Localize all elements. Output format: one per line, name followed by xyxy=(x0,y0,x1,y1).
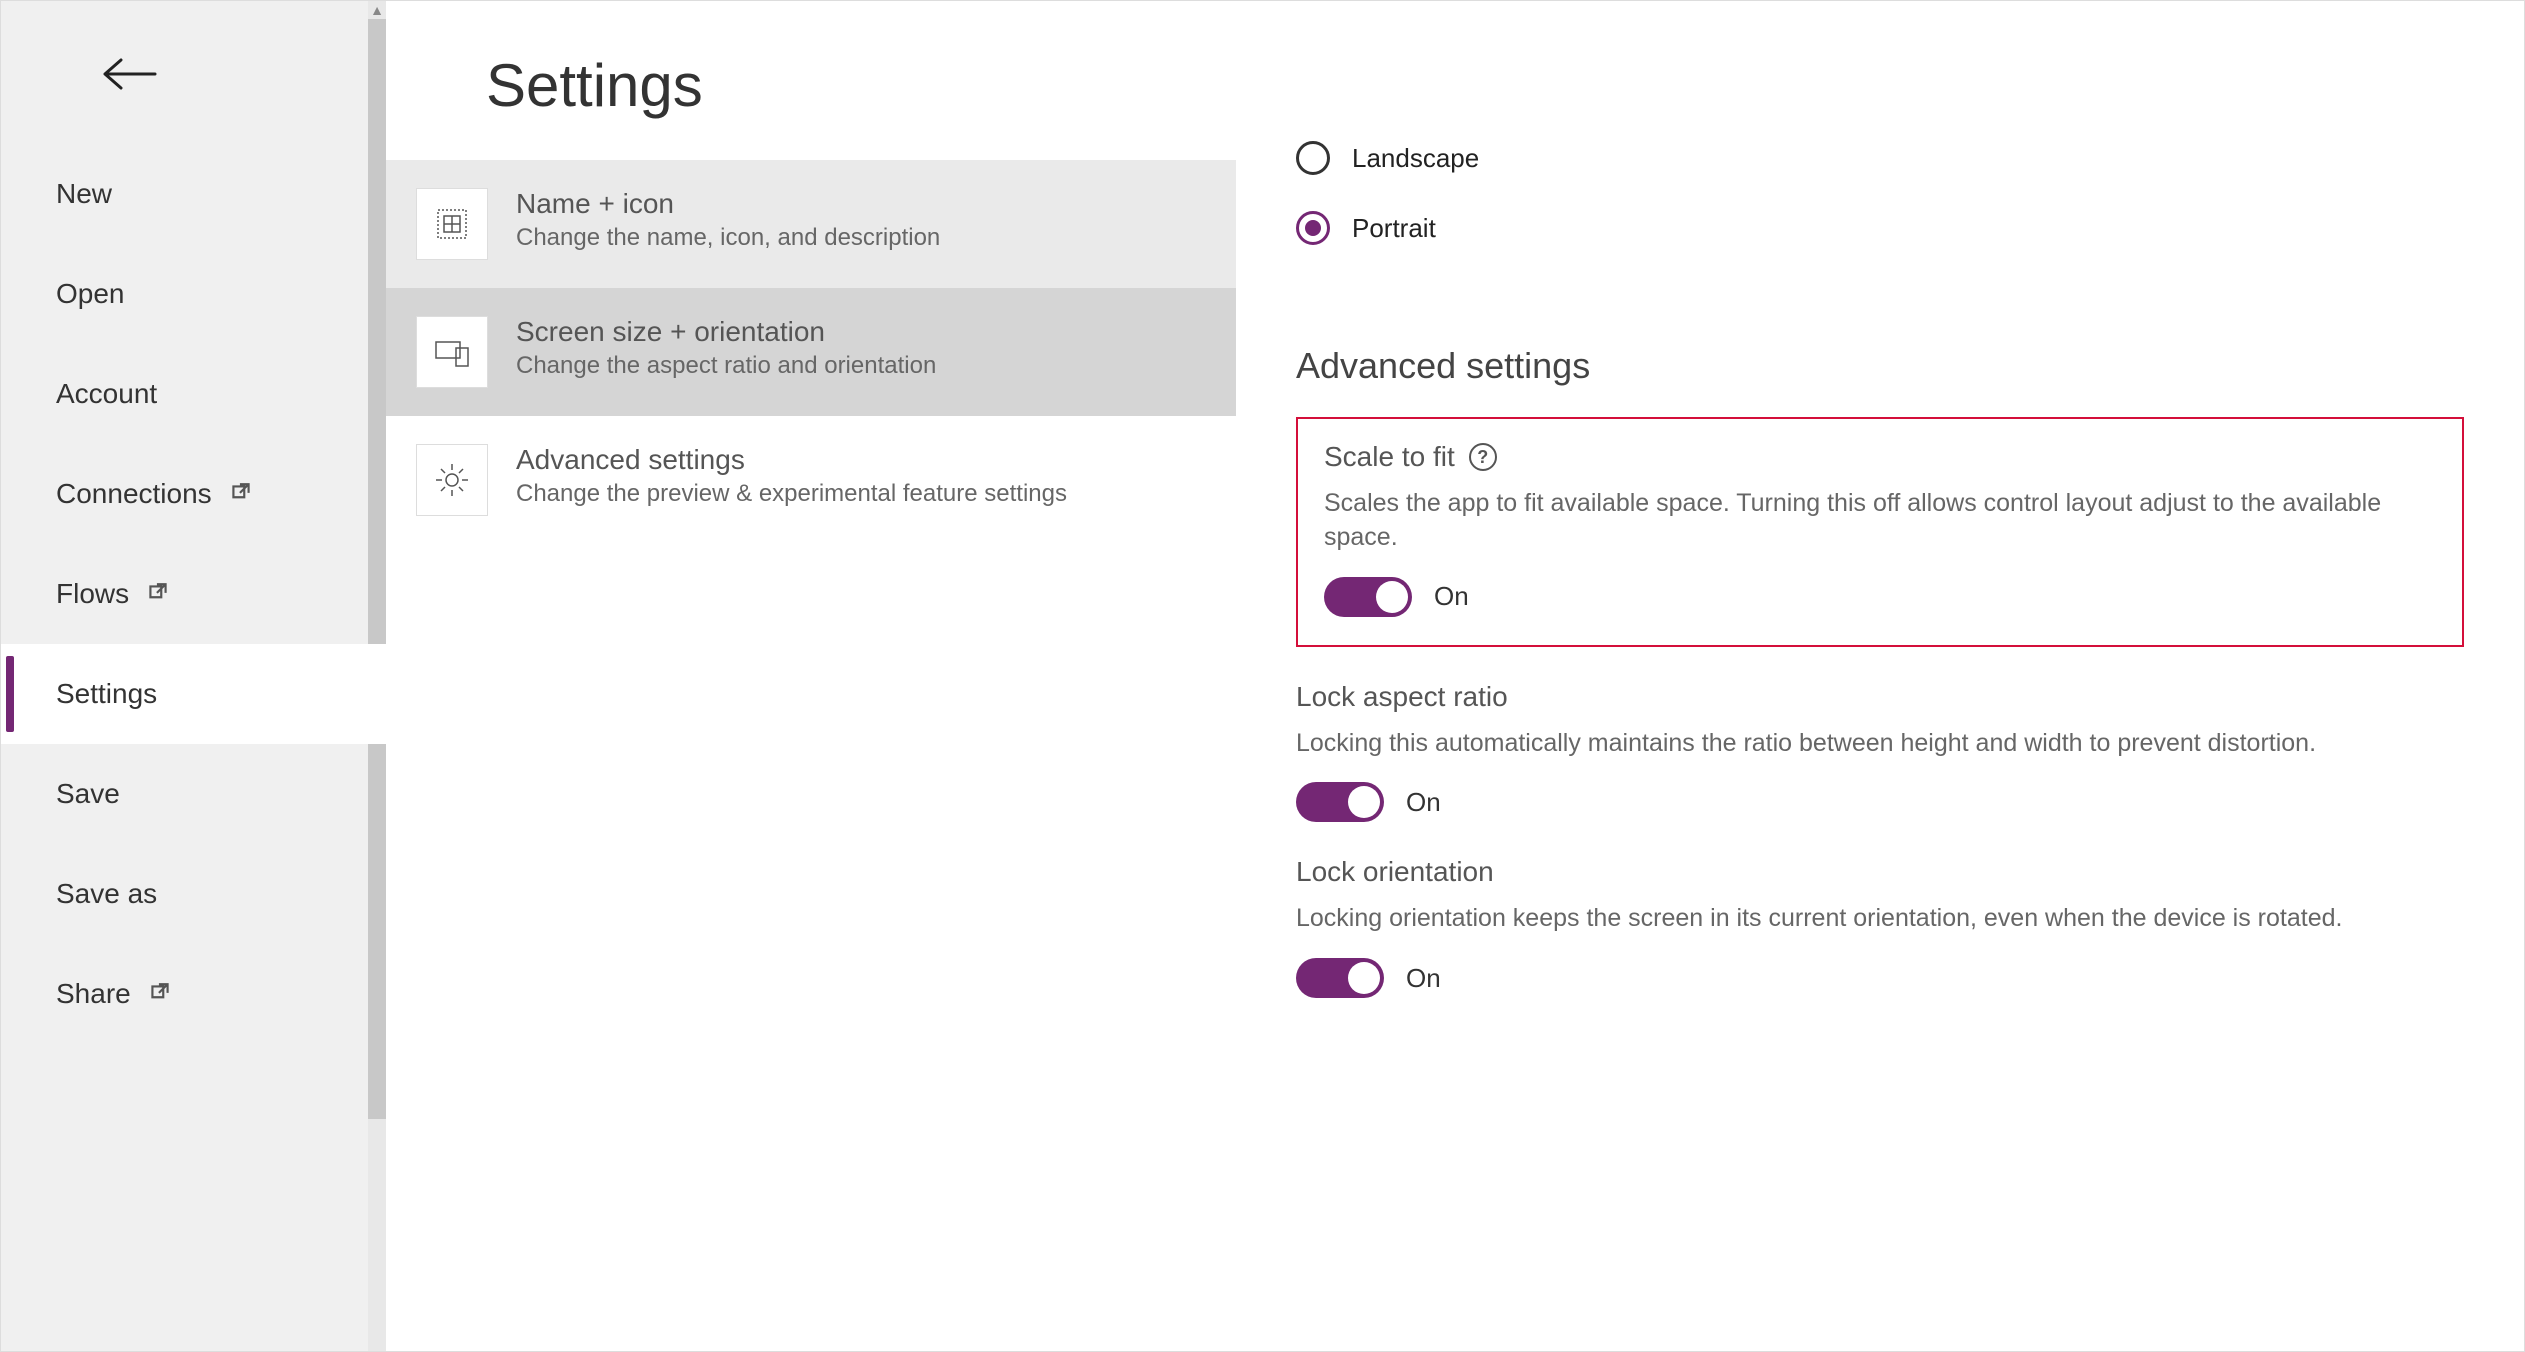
category-name-icon[interactable]: Name + icon Change the name, icon, and d… xyxy=(386,160,1236,288)
orientation-radio-group: Landscape Portrait xyxy=(1296,141,2464,245)
setting-title: Scale to fit xyxy=(1324,441,1455,473)
toggle-label: On xyxy=(1406,963,1441,994)
category-title: Name + icon xyxy=(516,188,940,220)
page-title: Settings xyxy=(386,21,1236,160)
setting-scale-to-fit: Scale to fit ? Scales the app to fit ava… xyxy=(1324,441,2436,617)
sidebar-item-open[interactable]: Open xyxy=(1,244,386,344)
scrollbar-thumb[interactable] xyxy=(368,19,386,1119)
help-icon[interactable]: ? xyxy=(1469,443,1497,471)
setting-desc: Scales the app to fit available space. T… xyxy=(1324,487,2424,555)
toggle-knob xyxy=(1348,962,1380,994)
nav-label: Open xyxy=(56,278,125,310)
nav-label: Share xyxy=(56,978,131,1010)
radio-label: Landscape xyxy=(1352,143,1479,174)
nav-label: Save as xyxy=(56,878,157,910)
devices-icon xyxy=(416,316,488,388)
toggle-lock-aspect[interactable] xyxy=(1296,782,1384,822)
nav-label: Settings xyxy=(56,678,157,710)
toggle-knob xyxy=(1376,581,1408,613)
toggle-knob xyxy=(1348,786,1380,818)
highlight-box: Scale to fit ? Scales the app to fit ava… xyxy=(1296,417,2464,647)
toggle-label: On xyxy=(1434,581,1469,612)
category-screen-size[interactable]: Screen size + orientation Change the asp… xyxy=(386,288,1236,416)
nav-label: Account xyxy=(56,378,157,410)
nav-label: Save xyxy=(56,778,120,810)
advanced-settings-heading: Advanced settings xyxy=(1296,345,2464,387)
setting-desc: Locking orientation keeps the screen in … xyxy=(1296,902,2396,936)
radio-icon xyxy=(1296,141,1330,175)
external-link-icon xyxy=(145,581,171,607)
category-title: Advanced settings xyxy=(516,444,1067,476)
setting-title: Lock aspect ratio xyxy=(1296,681,1508,713)
radio-portrait[interactable]: Portrait xyxy=(1296,211,2464,245)
sidebar-item-connections[interactable]: Connections xyxy=(1,444,386,544)
category-advanced[interactable]: Advanced settings Change the preview & e… xyxy=(386,416,1236,544)
sidebar-item-share[interactable]: Share xyxy=(1,944,386,1044)
sidebar-item-settings[interactable]: Settings xyxy=(1,644,386,744)
category-desc: Change the aspect ratio and orientation xyxy=(516,352,936,380)
setting-lock-orientation: Lock orientation Locking orientation kee… xyxy=(1296,856,2464,998)
nav-label: New xyxy=(56,178,112,210)
radio-icon xyxy=(1296,211,1330,245)
category-desc: Change the name, icon, and description xyxy=(516,224,940,252)
settings-categories: Settings Name + icon Change the name, ic… xyxy=(386,1,1236,1351)
sidebar-item-flows[interactable]: Flows xyxy=(1,544,386,644)
sidebar-item-save-as[interactable]: Save as xyxy=(1,844,386,944)
setting-title: Lock orientation xyxy=(1296,856,1494,888)
category-title: Screen size + orientation xyxy=(516,316,936,348)
toggle-lock-orientation[interactable] xyxy=(1296,958,1384,998)
sidebar-item-save[interactable]: Save xyxy=(1,744,386,844)
nav-label: Connections xyxy=(56,478,212,510)
external-link-icon xyxy=(228,481,254,507)
nav-label: Flows xyxy=(56,578,129,610)
toggle-label: On xyxy=(1406,787,1441,818)
radio-landscape[interactable]: Landscape xyxy=(1296,141,2464,175)
back-button[interactable] xyxy=(1,1,386,144)
sidebar: ▲ New Open Account Connections Flows Set… xyxy=(1,1,386,1351)
sidebar-item-new[interactable]: New xyxy=(1,144,386,244)
setting-desc: Locking this automatically maintains the… xyxy=(1296,727,2396,761)
grid-icon xyxy=(416,188,488,260)
scroll-up-icon[interactable]: ▲ xyxy=(368,1,386,19)
category-desc: Change the preview & experimental featur… xyxy=(516,480,1067,508)
settings-detail-panel: Landscape Portrait Advanced settings Sca… xyxy=(1236,1,2524,1351)
toggle-scale-to-fit[interactable] xyxy=(1324,577,1412,617)
back-arrow-icon xyxy=(101,56,157,92)
setting-lock-aspect: Lock aspect ratio Locking this automatic… xyxy=(1296,681,2464,823)
sidebar-item-account[interactable]: Account xyxy=(1,344,386,444)
gear-icon xyxy=(416,444,488,516)
radio-label: Portrait xyxy=(1352,213,1436,244)
external-link-icon xyxy=(147,981,173,1007)
